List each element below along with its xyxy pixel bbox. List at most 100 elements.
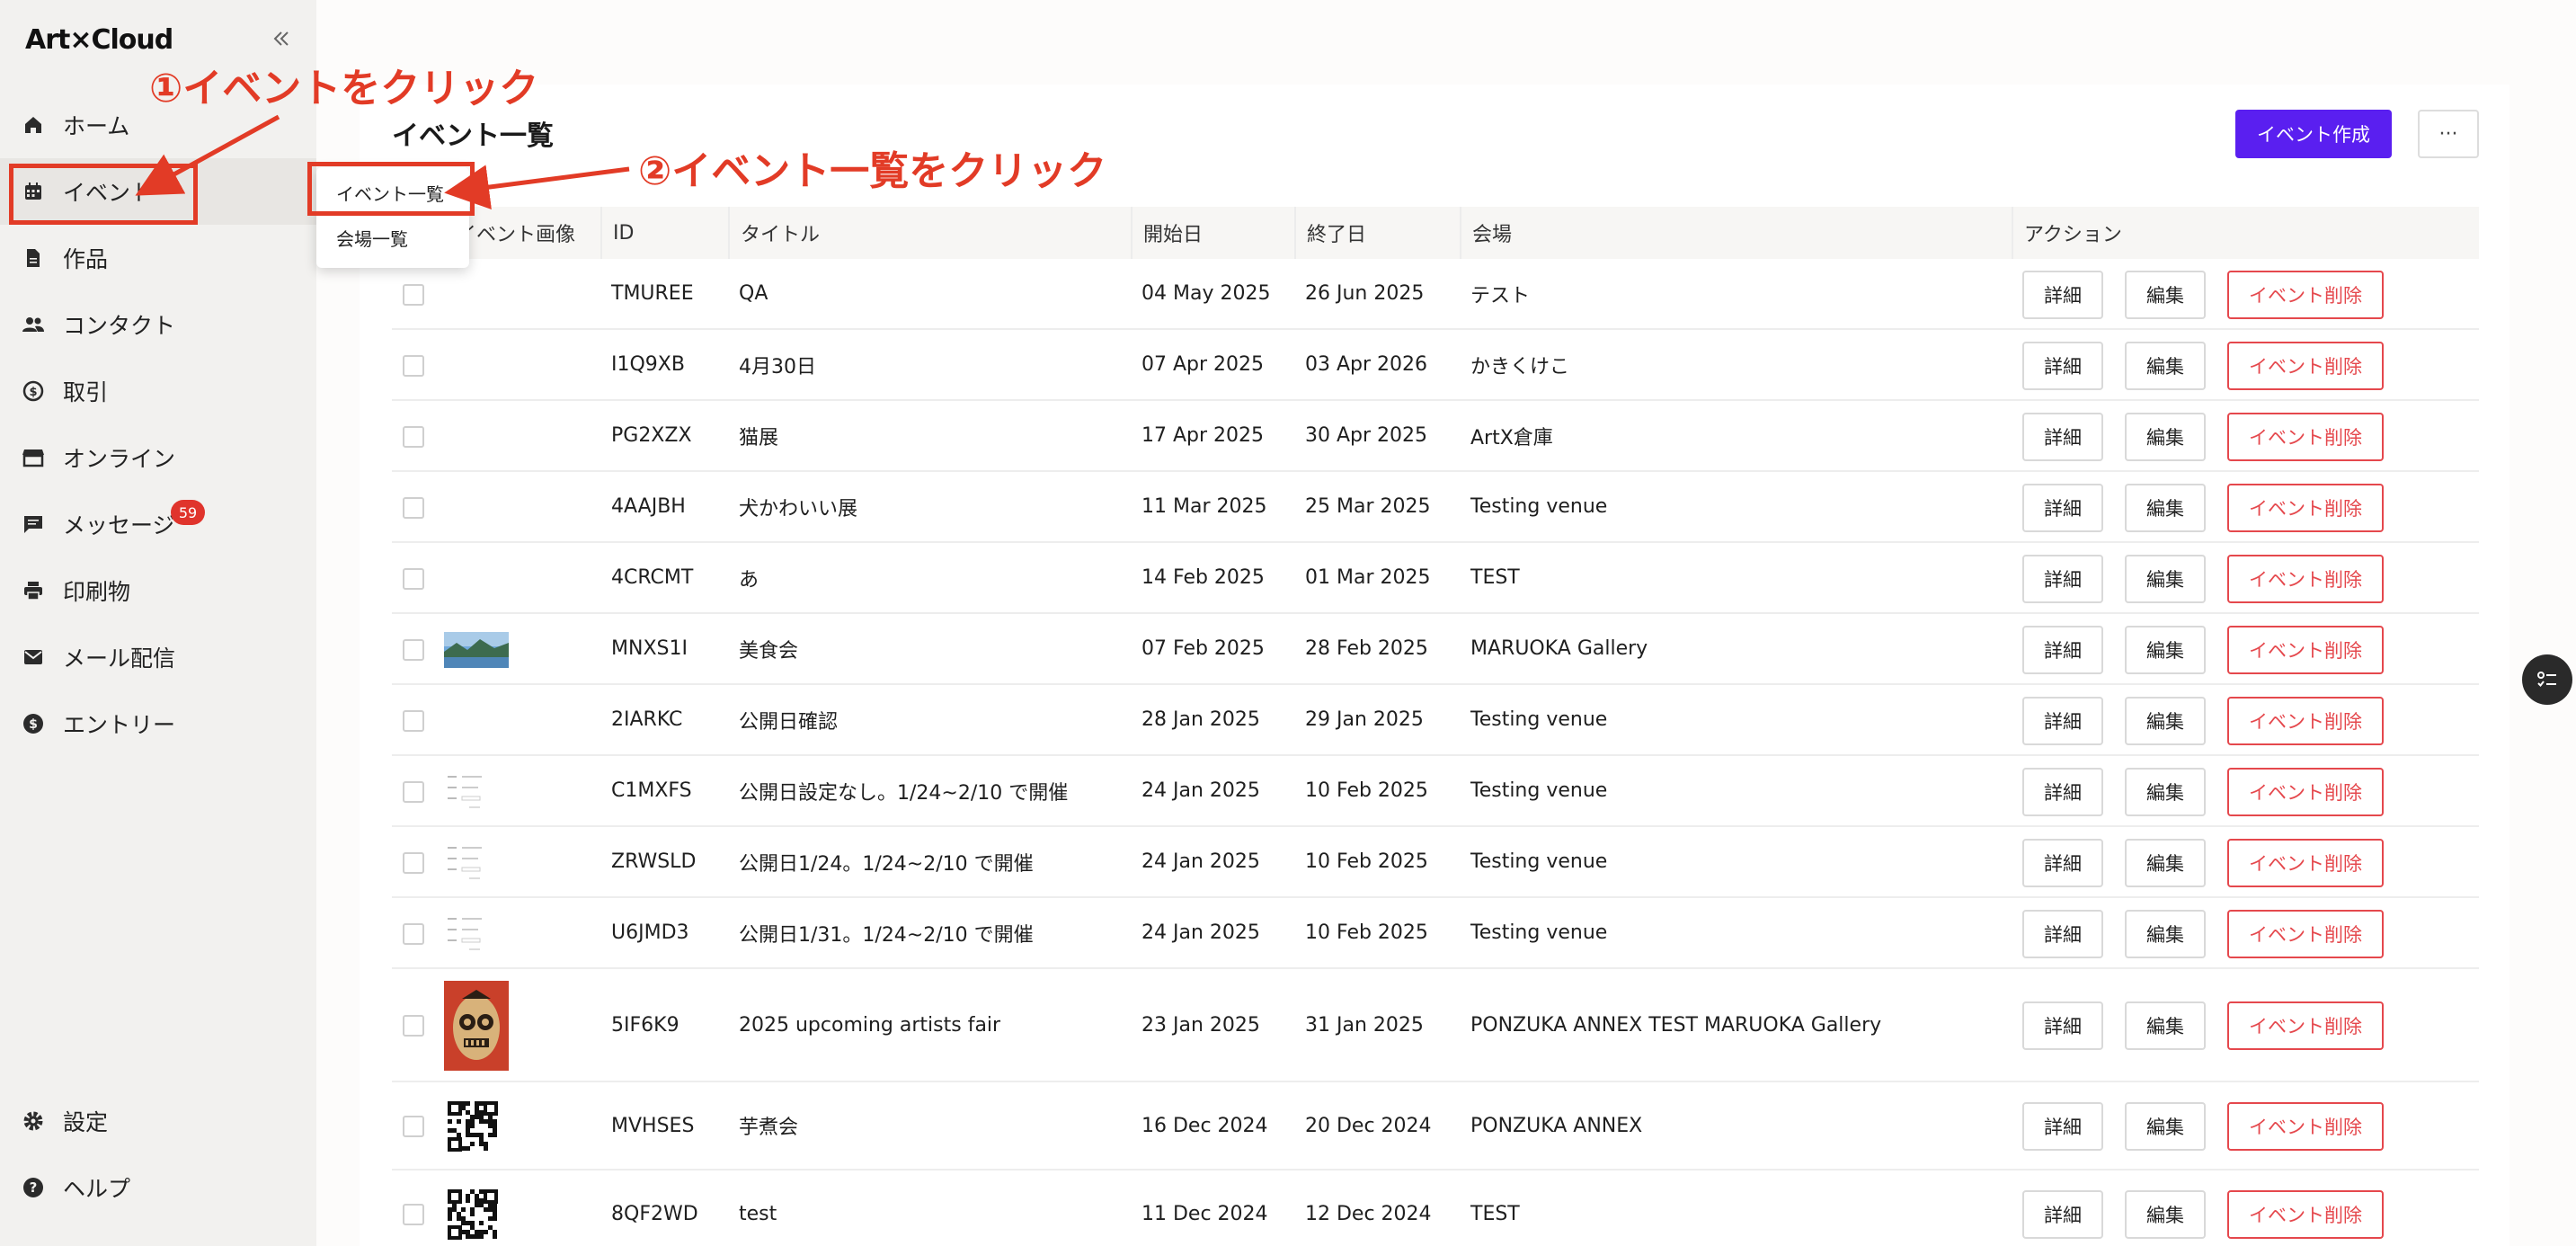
- sidebar-item-artworks[interactable]: 作品: [0, 225, 316, 291]
- detail-button[interactable]: 詳細: [2022, 767, 2103, 816]
- row-checkbox[interactable]: [403, 1015, 424, 1037]
- row-checkbox[interactable]: [403, 780, 424, 803]
- detail-button[interactable]: 詳細: [2022, 1001, 2103, 1050]
- detail-button[interactable]: 詳細: [2022, 270, 2103, 319]
- print-icon: [20, 577, 47, 604]
- delete-event-button[interactable]: イベント削除: [2227, 1190, 2384, 1239]
- edit-button[interactable]: 編集: [2125, 767, 2206, 816]
- edit-button[interactable]: 編集: [2125, 696, 2206, 745]
- cell-venue: ArtX倉庫: [1470, 426, 1553, 449]
- delete-event-button[interactable]: イベント削除: [2227, 1001, 2384, 1050]
- detail-button[interactable]: 詳細: [2022, 696, 2103, 745]
- edit-button[interactable]: 編集: [2125, 483, 2206, 532]
- delete-event-button[interactable]: イベント削除: [2227, 483, 2384, 532]
- row-checkbox[interactable]: [403, 1204, 424, 1225]
- edit-button[interactable]: 編集: [2125, 1190, 2206, 1239]
- create-event-button[interactable]: イベント作成: [2235, 110, 2392, 158]
- edit-button[interactable]: 編集: [2125, 412, 2206, 461]
- delete-event-button[interactable]: イベント削除: [2227, 696, 2384, 745]
- edit-button[interactable]: 編集: [2125, 1102, 2206, 1151]
- column-header-title: タイトル: [728, 207, 1131, 259]
- detail-button[interactable]: 詳細: [2022, 554, 2103, 603]
- sidebar-item-entry[interactable]: $ エントリー: [0, 690, 316, 757]
- row-checkbox[interactable]: [403, 922, 424, 945]
- transaction-icon: $: [20, 378, 47, 405]
- sidebar-item-label: 印刷物: [63, 579, 131, 605]
- edit-button[interactable]: 編集: [2125, 270, 2206, 319]
- detail-button[interactable]: 詳細: [2022, 483, 2103, 532]
- sidebar-item-online[interactable]: オンライン: [0, 424, 316, 491]
- row-checkbox[interactable]: [403, 354, 424, 377]
- row-checkbox[interactable]: [403, 567, 424, 590]
- detail-button[interactable]: 詳細: [2022, 1102, 2103, 1151]
- cell-end-date: 25 Mar 2025: [1305, 495, 1431, 518]
- sidebar-item-label: ヘルプ: [63, 1176, 131, 1202]
- column-label: ID: [613, 221, 635, 245]
- detail-button[interactable]: 詳細: [2022, 1190, 2103, 1239]
- detail-button[interactable]: 詳細: [2022, 412, 2103, 461]
- delete-event-button[interactable]: イベント削除: [2227, 838, 2384, 887]
- row-checkbox[interactable]: [403, 283, 424, 306]
- edit-button[interactable]: 編集: [2125, 554, 2206, 603]
- collapse-sidebar-button[interactable]: [266, 23, 297, 54]
- sidebar-item-label: オンライン: [63, 446, 176, 472]
- sidebar-item-mail[interactable]: メール配信: [0, 624, 316, 690]
- edit-button[interactable]: 編集: [2125, 838, 2206, 887]
- cell-venue: Testing venue: [1470, 779, 1608, 802]
- sidebar-item-label: ホーム: [63, 113, 130, 139]
- table-row: 2IARKC 公開日確認 28 Jan 2025 29 Jan 2025 Testing…: [392, 685, 2479, 756]
- row-checkbox[interactable]: [403, 851, 424, 874]
- detail-button[interactable]: 詳細: [2022, 625, 2103, 674]
- cell-start-date: 24 Jan 2025: [1141, 779, 1260, 802]
- floating-tasks-button[interactable]: [2522, 654, 2572, 705]
- delete-event-button[interactable]: イベント削除: [2227, 909, 2384, 958]
- sidebar-item-transactions[interactable]: $ 取引: [0, 358, 316, 424]
- row-checkbox[interactable]: [403, 709, 424, 732]
- delete-event-button[interactable]: イベント削除: [2227, 341, 2384, 390]
- cell-id: PG2XZX: [611, 424, 692, 447]
- sidebar-item-printed-materials[interactable]: 印刷物: [0, 557, 316, 624]
- delete-event-button[interactable]: イベント削除: [2227, 270, 2384, 319]
- row-checkbox[interactable]: [403, 1116, 424, 1137]
- cell-venue: TEST: [1470, 566, 1520, 589]
- more-options-button[interactable]: ···: [2418, 110, 2479, 158]
- sidebar-item-label: 設定: [63, 1109, 109, 1135]
- sidebar-item-contacts[interactable]: コンタクト: [0, 291, 316, 358]
- sidebar-item-messages[interactable]: メッセージ 59: [0, 491, 316, 557]
- row-checkbox[interactable]: [403, 496, 424, 519]
- sidebar-item-help[interactable]: ? ヘルプ: [0, 1154, 316, 1221]
- cell-venue: Testing venue: [1470, 708, 1608, 731]
- submenu-item-venue-list[interactable]: 会場一覧: [336, 225, 408, 251]
- cell-title: 公開日確認: [739, 710, 839, 734]
- detail-button[interactable]: 詳細: [2022, 341, 2103, 390]
- page-title: イベント一覧: [392, 120, 554, 152]
- cell-id: U6JMD3: [611, 921, 689, 944]
- column-label: 終了日: [1307, 224, 1367, 246]
- detail-button[interactable]: 詳細: [2022, 909, 2103, 958]
- row-checkbox[interactable]: [403, 425, 424, 448]
- sidebar-item-settings[interactable]: 設定: [0, 1088, 316, 1154]
- delete-event-button[interactable]: イベント削除: [2227, 767, 2384, 816]
- edit-button[interactable]: 編集: [2125, 1001, 2206, 1050]
- delete-event-button[interactable]: イベント削除: [2227, 1102, 2384, 1151]
- cell-id: 5IF6K9: [611, 1013, 680, 1037]
- delete-event-button[interactable]: イベント削除: [2227, 554, 2384, 603]
- edit-button[interactable]: 編集: [2125, 625, 2206, 674]
- cell-end-date: 26 Jun 2025: [1305, 282, 1425, 305]
- cell-id: I1Q9XB: [611, 353, 685, 376]
- cell-id: 4AAJBH: [611, 495, 686, 518]
- edit-button[interactable]: 編集: [2125, 909, 2206, 958]
- cell-start-date: 14 Feb 2025: [1141, 566, 1265, 589]
- app-logo[interactable]: Art×Cloud: [25, 20, 173, 59]
- delete-event-button[interactable]: イベント削除: [2227, 412, 2384, 461]
- sidebar-item-label: 作品: [63, 246, 109, 272]
- cell-start-date: 23 Jan 2025: [1141, 1013, 1260, 1037]
- delete-event-button[interactable]: イベント削除: [2227, 625, 2384, 674]
- edit-button[interactable]: 編集: [2125, 341, 2206, 390]
- cell-title: QA: [739, 282, 768, 305]
- detail-button[interactable]: 詳細: [2022, 838, 2103, 887]
- column-header-id: ID: [600, 207, 728, 259]
- row-checkbox[interactable]: [403, 638, 424, 661]
- event-thumbnail-document: [444, 841, 509, 890]
- event-thumbnail-qr-code: [444, 1186, 502, 1246]
